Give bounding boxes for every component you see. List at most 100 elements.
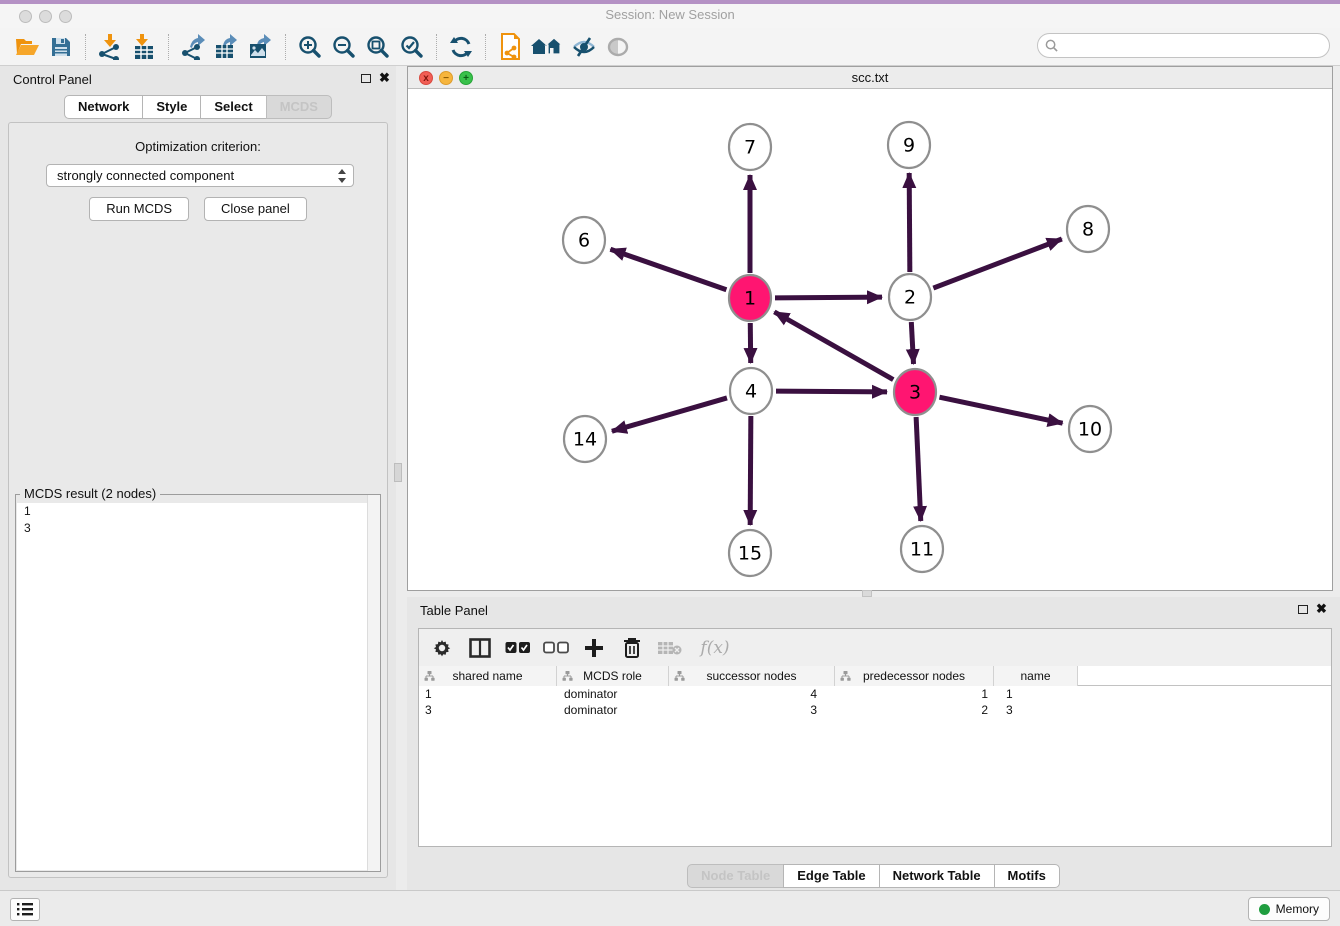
toolbar-separator xyxy=(436,34,437,60)
deselect-all-columns-icon[interactable] xyxy=(541,634,571,662)
open-session-icon[interactable] xyxy=(10,32,44,62)
toolbar-separator xyxy=(285,34,286,60)
search-input[interactable] xyxy=(1063,39,1329,53)
table-panel-title: Table Panel xyxy=(420,603,488,618)
column-header-predecessor-nodes[interactable]: predecessor nodes xyxy=(835,666,994,686)
tab-network[interactable]: Network xyxy=(64,95,143,119)
gear-icon[interactable] xyxy=(427,634,457,662)
close-table-panel-icon[interactable]: ✖ xyxy=(1316,602,1327,616)
graph-edge-4-14[interactable] xyxy=(612,398,727,431)
graph-node-label: 14 xyxy=(573,429,597,451)
network-view-title: scc.txt xyxy=(408,70,1332,85)
table-cell[interactable]: 3 xyxy=(994,702,1078,718)
graph-node-label: 2 xyxy=(904,287,916,309)
tab-node-table[interactable]: Node Table xyxy=(687,864,784,888)
criterion-select-value: strongly connected component xyxy=(57,168,234,183)
table-cell[interactable]: dominator xyxy=(557,702,669,718)
toolbar-separator xyxy=(168,34,169,60)
table-row[interactable]: 3dominator323 xyxy=(419,702,1331,718)
delete-column-icon[interactable] xyxy=(617,634,647,662)
zoom-out-icon[interactable] xyxy=(327,32,361,62)
zoom-selected-icon[interactable] xyxy=(395,32,429,62)
tab-motifs[interactable]: Motifs xyxy=(994,864,1060,888)
float-panel-icon[interactable] xyxy=(361,74,371,83)
node-table-container: f(x) shared nameMCDS rolesuccessor nodes… xyxy=(418,628,1332,847)
graph-node-label: 3 xyxy=(909,382,921,404)
graph-node-label: 15 xyxy=(738,543,762,565)
table-toolbar: f(x) xyxy=(419,629,1331,666)
graph-node-label: 1 xyxy=(744,288,756,310)
network-window-titlebar[interactable]: x − + scc.txt xyxy=(408,67,1332,89)
search-field[interactable] xyxy=(1037,33,1330,58)
graph-edge-3-10[interactable] xyxy=(939,397,1062,423)
graph-edge-4-15[interactable] xyxy=(750,416,751,525)
column-header-shared-name[interactable]: shared name xyxy=(419,666,557,686)
column-header-MCDS-role[interactable]: MCDS role xyxy=(557,666,669,686)
run-mcds-button[interactable]: Run MCDS xyxy=(89,197,189,221)
graph-edge-3-1[interactable] xyxy=(774,312,893,380)
graph-edge-1-2[interactable] xyxy=(775,297,882,298)
float-table-panel-icon[interactable] xyxy=(1298,605,1308,614)
vertical-splitter-handle[interactable] xyxy=(394,463,402,482)
save-session-icon[interactable] xyxy=(44,32,78,62)
graph-edge-1-6[interactable] xyxy=(610,249,726,290)
import-table-icon[interactable] xyxy=(127,32,161,62)
graph-node-label: 8 xyxy=(1082,219,1094,241)
memory-status-dot xyxy=(1259,904,1270,915)
table-cell[interactable]: 1 xyxy=(419,686,557,702)
graph-edge-2-3[interactable] xyxy=(911,322,913,364)
table-header-row: shared nameMCDS rolesuccessor nodesprede… xyxy=(419,666,1331,686)
column-header-successor-nodes[interactable]: successor nodes xyxy=(669,666,835,686)
export-table-icon[interactable] xyxy=(210,32,244,62)
select-all-columns-icon[interactable] xyxy=(503,634,533,662)
graph-edge-2-9[interactable] xyxy=(909,173,910,272)
close-panel-icon[interactable]: ✖ xyxy=(379,71,390,85)
tab-style[interactable]: Style xyxy=(142,95,201,119)
table-cell[interactable]: 3 xyxy=(419,702,557,718)
home-icon[interactable] xyxy=(527,32,567,62)
mcds-result-item[interactable]: 1 xyxy=(17,503,379,520)
mcds-result-list[interactable]: 13 xyxy=(17,503,379,870)
table-cell[interactable]: 1 xyxy=(994,686,1078,702)
graph-node-label: 6 xyxy=(578,230,590,252)
table-cell[interactable]: 1 xyxy=(835,686,994,702)
chevron-updown-icon xyxy=(337,168,347,187)
result-scrollbar[interactable] xyxy=(367,495,380,871)
export-network-icon[interactable] xyxy=(176,32,210,62)
criterion-select[interactable]: strongly connected component xyxy=(46,164,354,187)
hide-details-icon[interactable] xyxy=(567,32,601,62)
list-icon xyxy=(17,903,33,916)
export-image-icon[interactable] xyxy=(244,32,278,62)
import-network-icon[interactable] xyxy=(93,32,127,62)
tab-mcds[interactable]: MCDS xyxy=(266,95,332,119)
tab-edge-table[interactable]: Edge Table xyxy=(783,864,879,888)
table-cell[interactable]: 4 xyxy=(669,686,835,702)
graph-node-label: 7 xyxy=(744,137,756,159)
table-cell[interactable]: 3 xyxy=(669,702,835,718)
task-history-button[interactable] xyxy=(10,898,40,921)
graph-node-label: 9 xyxy=(903,135,915,157)
table-cell[interactable]: dominator xyxy=(557,686,669,702)
network-canvas[interactable]: 1234678910111415 xyxy=(408,89,1332,590)
table-cell[interactable]: 2 xyxy=(835,702,994,718)
horizontal-splitter-handle[interactable] xyxy=(862,590,872,597)
graph-edge-4-3[interactable] xyxy=(776,391,887,392)
toolbar-separator xyxy=(85,34,86,60)
refresh-icon[interactable] xyxy=(444,32,478,62)
split-columns-icon[interactable] xyxy=(465,634,495,662)
memory-button[interactable]: Memory xyxy=(1248,897,1330,921)
table-row[interactable]: 1dominator411 xyxy=(419,686,1331,702)
zoom-in-icon[interactable] xyxy=(293,32,327,62)
close-panel-button[interactable]: Close panel xyxy=(204,197,307,221)
graph-edge-3-11[interactable] xyxy=(916,417,921,521)
tab-select[interactable]: Select xyxy=(200,95,266,119)
add-column-icon[interactable] xyxy=(579,634,609,662)
graph-edge-2-8[interactable] xyxy=(933,239,1061,288)
clone-network-icon[interactable] xyxy=(493,32,527,62)
column-header-name[interactable]: name xyxy=(994,666,1078,686)
tab-network-table[interactable]: Network Table xyxy=(879,864,995,888)
mcds-result-box: MCDS result (2 nodes) 13 xyxy=(15,494,381,872)
network-view-window: x − + scc.txt 1234678910111415 xyxy=(407,66,1333,591)
mcds-result-item[interactable]: 3 xyxy=(17,520,379,537)
zoom-fit-icon[interactable] xyxy=(361,32,395,62)
